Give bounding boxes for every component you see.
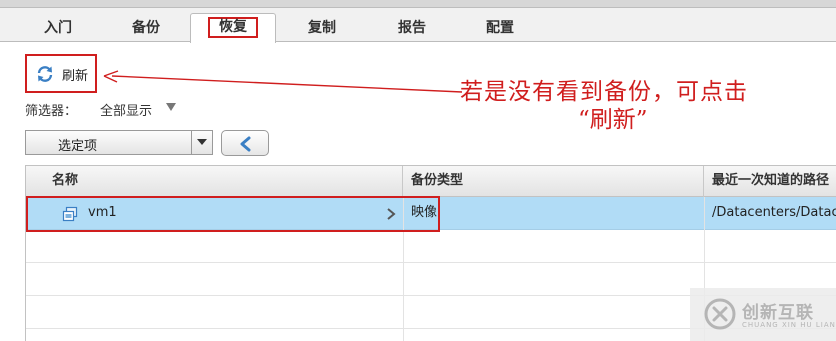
watermark: 创新互联 CHUANG XIN HU LIAN [690,288,836,341]
filter-caret-icon[interactable] [166,103,176,111]
tab-configuration[interactable]: 配置 [460,17,540,42]
table-header: 名称 备份类型 最近一次知道的路径 [26,166,836,197]
filter-label: 筛选器： [25,104,78,119]
annotation-arrow [103,70,463,93]
refresh-button[interactable]: 刷新 [62,65,88,84]
tab-reports[interactable]: 报告 [372,17,452,42]
filter-dropdown[interactable]: 全部显示 [100,100,152,119]
table-row-empty [26,230,836,263]
tab-label: 恢复 [208,17,258,38]
tab-getting-started[interactable]: 入门 [18,17,98,42]
column-header-name[interactable]: 名称 [26,166,403,197]
annotation-text-line2: “刷新” [578,107,648,133]
tab-bar: 入门 备份 恢复 复制 报告 配置 [0,8,836,43]
refresh-icon[interactable] [36,65,54,83]
column-header-backup-type[interactable]: 备份类型 [403,166,704,197]
dropdown-arrow-icon[interactable] [191,131,212,154]
tab-label: 复制 [308,20,336,36]
cell-backup-type: 映像 [411,205,438,220]
row-highlight-box [26,196,440,232]
tab-label: 入门 [44,20,72,36]
tab-restore[interactable]: 恢复 [190,13,276,43]
cell-last-known-path: /Datacenters/Datacenter/vm/vm1 [712,205,836,220]
column-header-last-known-path[interactable]: 最近一次知道的路径 [704,166,836,197]
tab-replicate[interactable]: 复制 [282,17,362,42]
back-button[interactable] [221,130,269,156]
tab-label: 配置 [486,20,514,36]
tab-label: 备份 [132,20,160,36]
watermark-text: 创新互联 [742,303,814,323]
chevron-left-icon [240,136,251,152]
watermark-logo-icon [704,298,736,330]
watermark-subtext: CHUANG XIN HU LIAN [742,321,836,329]
tab-label: 报告 [398,20,426,36]
window-top-strip [0,0,836,8]
selection-dropdown-value: 选定项 [58,139,98,154]
selection-dropdown[interactable]: 选定项 [25,130,213,155]
tab-backup[interactable]: 备份 [106,17,186,42]
